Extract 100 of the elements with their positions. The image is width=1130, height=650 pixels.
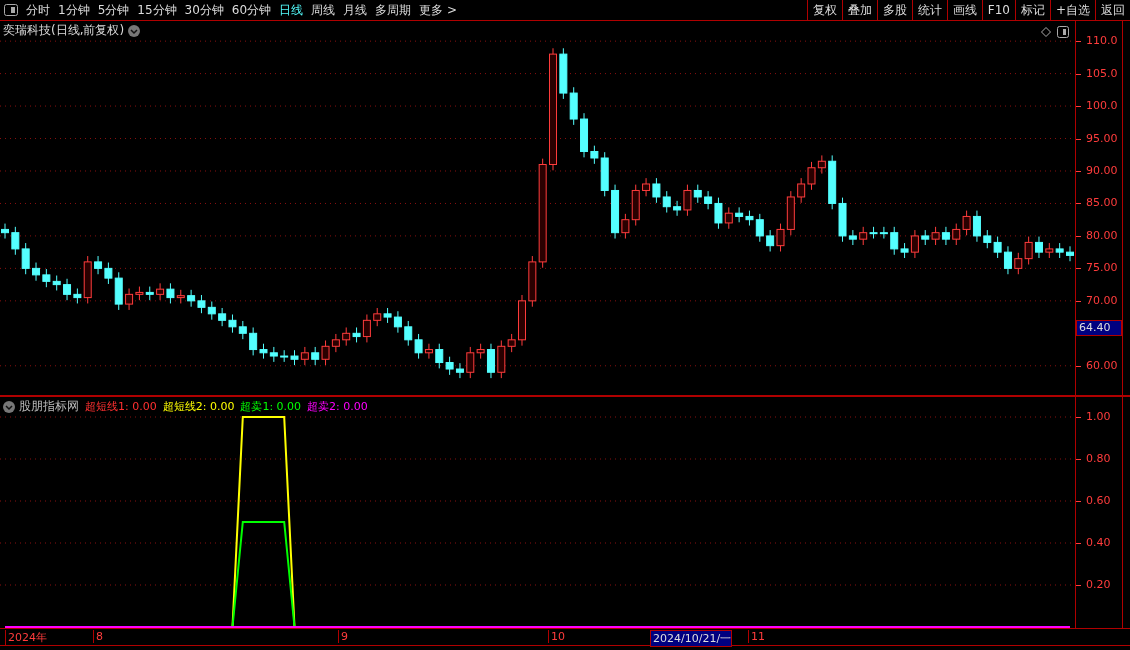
- period-tab[interactable]: 更多 >: [415, 1, 461, 19]
- candle: [393, 310, 402, 334]
- current-price-tag: 64.40: [1076, 320, 1122, 337]
- candle: [42, 268, 51, 288]
- candle: [735, 206, 744, 223]
- period-tab[interactable]: 1分钟: [54, 1, 94, 19]
- candle: [1, 223, 9, 239]
- candle: [187, 289, 196, 308]
- candle: [662, 190, 671, 214]
- candle: [321, 339, 330, 366]
- legend-name: 超短线2: [162, 400, 203, 413]
- candle: [642, 177, 651, 197]
- candle: [269, 346, 278, 363]
- period-tab[interactable]: 60分钟: [227, 1, 276, 19]
- legend-value: : 0.00: [202, 400, 235, 413]
- period-tab[interactable]: 多周期: [371, 1, 416, 19]
- date-label: 11: [748, 630, 765, 643]
- indicator-name: 股朋指标网: [19, 398, 79, 415]
- candle: [52, 275, 61, 291]
- candle: [931, 226, 940, 246]
- price-label: 75.00: [1086, 261, 1118, 276]
- candle: [311, 346, 320, 366]
- period-tab[interactable]: 月线: [339, 1, 372, 19]
- candle: [238, 320, 247, 340]
- chevron-down-icon[interactable]: [3, 400, 15, 413]
- price-label: 70.00: [1086, 293, 1118, 308]
- candle: [921, 229, 930, 246]
- candle: [797, 177, 806, 204]
- candle: [1014, 252, 1023, 275]
- chevron-down-icon[interactable]: [128, 24, 141, 37]
- period-tab[interactable]: 5分钟: [93, 1, 134, 19]
- candle: [32, 262, 40, 282]
- price-label: 60.00: [1086, 358, 1118, 373]
- candle: [1055, 242, 1064, 259]
- candle: [145, 286, 154, 301]
- candle: [156, 282, 165, 301]
- candle: [983, 229, 992, 249]
- candle: [766, 229, 775, 252]
- candle: [1024, 236, 1033, 265]
- candle: [518, 294, 526, 347]
- candle: [817, 154, 826, 175]
- candle: [21, 242, 30, 275]
- legend-value: : 0.00: [125, 400, 157, 413]
- candle: [724, 206, 733, 230]
- candle: [455, 362, 464, 379]
- candle: [1045, 242, 1054, 259]
- candle: [941, 226, 950, 246]
- period-tab[interactable]: 分时: [22, 1, 54, 19]
- candle: [559, 47, 568, 100]
- candle: [11, 226, 20, 256]
- candle: [207, 301, 216, 321]
- candle: [342, 326, 351, 347]
- candle: [962, 210, 971, 236]
- candle: [94, 255, 103, 275]
- chart-title: 奕瑞科技(日线,前复权): [3, 22, 125, 39]
- candle: [300, 346, 309, 366]
- cursor-date: 2024/10/21/一: [650, 630, 733, 647]
- candle: [404, 320, 413, 347]
- date-label: 9: [338, 630, 348, 643]
- candle: [807, 161, 816, 191]
- period-tab[interactable]: 30分钟: [180, 1, 228, 19]
- candle: [828, 154, 837, 210]
- candle: [445, 356, 454, 376]
- axis-label: 0.80: [1086, 452, 1111, 466]
- candle: [1003, 245, 1012, 275]
- candle: [879, 226, 888, 239]
- candle: [1066, 245, 1074, 262]
- candle: [373, 307, 382, 327]
- axis-label: 0.40: [1086, 536, 1111, 550]
- price-label: 85.00: [1086, 196, 1118, 211]
- price-label: 90.00: [1086, 164, 1118, 178]
- candle: [972, 210, 981, 243]
- price-label: 100.0: [1086, 99, 1118, 114]
- period-tab[interactable]: 15分钟: [133, 1, 181, 19]
- candle: [228, 314, 237, 334]
- date-label: 2024年: [5, 630, 47, 645]
- candle: [331, 333, 340, 353]
- candle: [290, 349, 299, 366]
- candle: [435, 343, 444, 369]
- candle: [569, 86, 578, 126]
- panel-toggle-icon[interactable]: [1057, 26, 1069, 38]
- candle: [197, 294, 206, 314]
- axis-label: 0.60: [1086, 494, 1111, 508]
- price-label: 95.00: [1086, 131, 1118, 146]
- axis-label: 1.00: [1086, 410, 1111, 424]
- candle: [652, 177, 661, 204]
- legend-value: : 0.00: [336, 400, 368, 413]
- legend-value: : 0.00: [269, 400, 302, 413]
- price-label: 80.00: [1086, 228, 1118, 243]
- candle: [280, 349, 289, 363]
- date-label: 10: [548, 630, 565, 643]
- price-label: 105.0: [1086, 66, 1118, 81]
- candle: [383, 307, 392, 324]
- panel-toggle-icon[interactable]: [4, 4, 18, 16]
- period-tab[interactable]: 周线: [307, 1, 340, 19]
- candle: [218, 307, 227, 327]
- period-tab[interactable]: 日线: [275, 1, 308, 19]
- price-label: 110.0: [1086, 34, 1118, 49]
- diamond-icon[interactable]: [1041, 27, 1051, 37]
- candle: [952, 223, 961, 246]
